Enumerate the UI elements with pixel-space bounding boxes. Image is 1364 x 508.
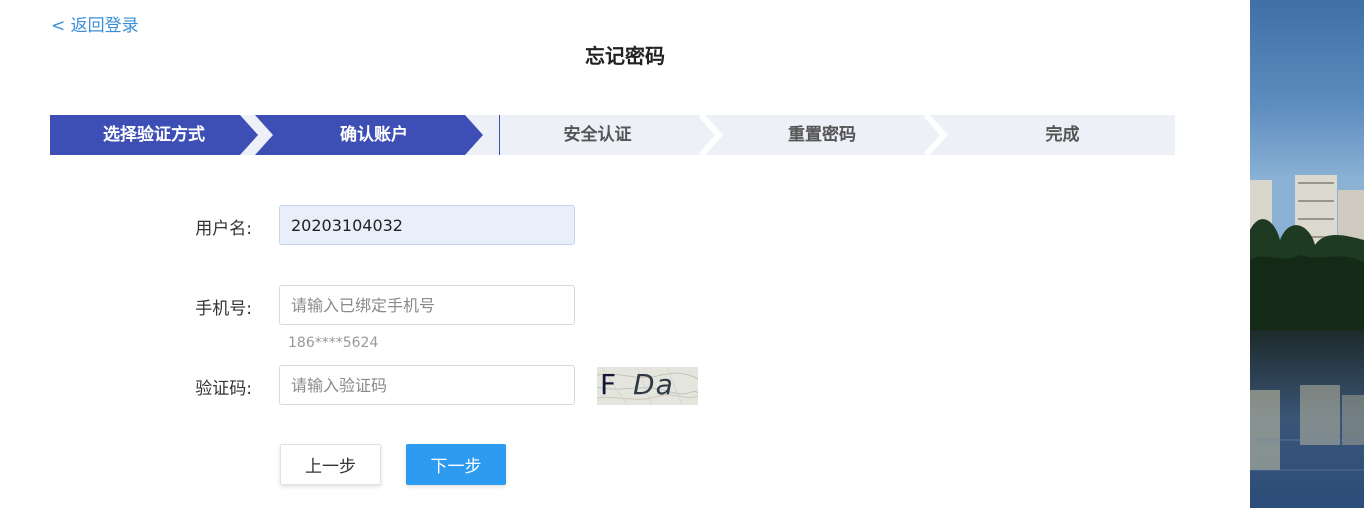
captcha-image[interactable]: F Da K	[597, 367, 698, 405]
step-progress-bar: 选择验证方式 确认账户 安全认证 重置密码 完成	[50, 115, 1175, 155]
step-reset-password: 重置密码	[722, 115, 922, 155]
step-label: 完成	[1045, 125, 1080, 145]
step-security-auth: 安全认证	[500, 115, 695, 155]
campus-background-photo	[1250, 0, 1364, 508]
captcha-label: 验证码:	[195, 379, 252, 399]
step-complete: 完成	[950, 115, 1175, 155]
username-input[interactable]	[279, 205, 575, 245]
captcha-input[interactable]	[279, 365, 575, 405]
phone-input[interactable]	[279, 285, 575, 325]
step-label: 安全认证	[563, 125, 632, 145]
captcha-text: F Da K	[600, 368, 698, 405]
captcha-char: K	[606, 401, 625, 405]
back-to-login-link[interactable]: < 返回登录	[51, 11, 139, 36]
previous-step-button[interactable]: 上一步	[280, 444, 381, 485]
captcha-char: Da	[633, 368, 674, 401]
page-title: 忘记密码	[585, 44, 665, 68]
username-label: 用户名:	[195, 219, 252, 239]
step-label: 重置密码	[788, 125, 856, 145]
phone-label: 手机号:	[195, 299, 252, 319]
captcha-char: F	[600, 368, 618, 401]
phone-hint: 186****5624	[288, 335, 379, 351]
next-step-button[interactable]: 下一步	[406, 444, 506, 485]
